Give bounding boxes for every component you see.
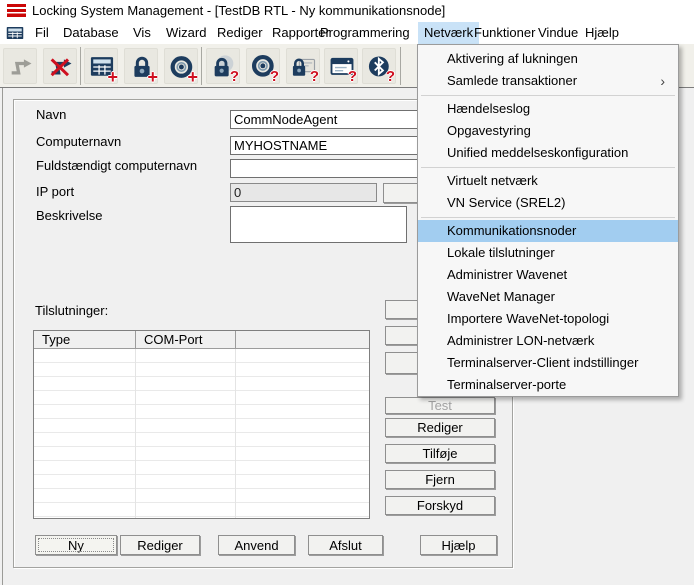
menu-item-unified-meddelseskonfiguration[interactable]: Unified meddelseskonfiguration bbox=[418, 142, 678, 164]
question-overlay: ? bbox=[348, 69, 357, 84]
hjaelp-button[interactable]: Hjælp bbox=[420, 535, 497, 555]
question-overlay: ? bbox=[230, 69, 239, 84]
menu-item-samlede-transaktioner[interactable]: Samlede transaktioner › bbox=[418, 70, 678, 92]
menubar-item-database[interactable]: Database bbox=[57, 22, 125, 44]
mdi-child-system-icon[interactable] bbox=[6, 26, 24, 40]
new-transponder-button[interactable]: + bbox=[164, 48, 198, 84]
read-lock-button[interactable]: ? bbox=[206, 48, 240, 84]
read-lock-card-button[interactable]: ? bbox=[286, 48, 320, 84]
app-window: Locking System Management - [TestDB RTL … bbox=[0, 0, 694, 585]
read-transponder-button[interactable]: ? bbox=[246, 48, 280, 84]
menu-item-label: Opgavestyring bbox=[447, 123, 531, 138]
netvaerk-dropdown-menu: Aktivering af lukningen Samlede transakt… bbox=[417, 44, 679, 397]
menubar-item-vis[interactable]: Vis bbox=[127, 22, 157, 44]
menubar-item-funktioner[interactable]: Funktioner bbox=[468, 22, 541, 44]
connections-table[interactable]: Type COM-Port bbox=[33, 330, 370, 519]
menu-item-importere-wavenet-topologi[interactable]: Importere WaveNet-topologi bbox=[418, 308, 678, 330]
menu-item-label: Lokale tilslutninger bbox=[447, 245, 555, 260]
menu-item-aktivering-af-lukningen[interactable]: Aktivering af lukningen bbox=[418, 48, 678, 70]
computernavn-label: Computernavn bbox=[36, 134, 121, 150]
column-header-blank[interactable] bbox=[236, 331, 369, 348]
menu-item-label: Unified meddelseskonfiguration bbox=[447, 145, 628, 160]
menu-item-terminalserver-client-indstillinger[interactable]: Terminalserver-Client indstillinger bbox=[418, 352, 678, 374]
cancel-programming-button[interactable] bbox=[43, 48, 77, 84]
beskrivelse-label: Beskrivelse bbox=[36, 208, 102, 224]
anvend-button[interactable]: Anvend bbox=[218, 535, 295, 555]
ny-button[interactable]: Ny bbox=[35, 535, 117, 555]
fjern-button[interactable]: Fjern bbox=[385, 470, 495, 489]
question-overlay: ? bbox=[310, 69, 319, 84]
menu-item-lokale-tilslutninger[interactable]: Lokale tilslutninger bbox=[418, 242, 678, 264]
column-header-type[interactable]: Type bbox=[34, 331, 136, 348]
menu-item-label: Terminalserver-Client indstillinger bbox=[447, 355, 638, 370]
rediger-side-button[interactable]: Rediger bbox=[385, 418, 495, 437]
menu-item-label: Kommunikationsnoder bbox=[447, 223, 576, 238]
menu-item-label: WaveNet Manager bbox=[447, 289, 555, 304]
toolbar-separator bbox=[400, 47, 401, 85]
beskrivelse-textarea[interactable] bbox=[230, 206, 407, 243]
question-overlay: ? bbox=[386, 69, 395, 84]
menu-item-haendelseslog[interactable]: Hændelseslog bbox=[418, 98, 678, 120]
afslut-button[interactable]: Afslut bbox=[308, 535, 383, 555]
navn-label: Navn bbox=[36, 107, 66, 123]
menubar-item-fil[interactable]: Fil bbox=[29, 22, 55, 44]
connections-table-body[interactable] bbox=[34, 349, 369, 518]
menu-item-label: Importere WaveNet-topologi bbox=[447, 311, 609, 326]
new-locking-system-button[interactable]: + bbox=[84, 48, 118, 84]
column-divider bbox=[235, 349, 236, 518]
tilfoeje-button[interactable]: Tilføje bbox=[385, 444, 495, 463]
menu-item-vn-service-srel2[interactable]: VN Service (SREL2) bbox=[418, 192, 678, 214]
new-lock-button[interactable]: + bbox=[124, 48, 158, 84]
menubar-item-wizard[interactable]: Wizard bbox=[160, 22, 212, 44]
toolbar-separator bbox=[201, 47, 202, 85]
forskyd-button[interactable]: Forskyd bbox=[385, 496, 495, 515]
plus-overlay: + bbox=[107, 68, 118, 86]
window-title: Locking System Management - [TestDB RTL … bbox=[32, 0, 445, 22]
menubar-item-vindue[interactable]: Vindue bbox=[532, 22, 584, 44]
menu-item-label: Administrer Wavenet bbox=[447, 267, 567, 282]
column-divider bbox=[135, 349, 136, 518]
rediger-bottom-button[interactable]: Rediger bbox=[120, 535, 200, 555]
question-overlay: ? bbox=[270, 69, 279, 84]
frame-edge bbox=[2, 88, 3, 585]
programming-arrow-button[interactable] bbox=[3, 48, 37, 84]
ip-port-input[interactable] bbox=[230, 183, 377, 202]
submenu-arrow-icon: › bbox=[660, 70, 665, 92]
menu-item-opgavestyring[interactable]: Opgavestyring bbox=[418, 120, 678, 142]
tilslutninger-label: Tilslutninger: bbox=[35, 303, 108, 318]
menu-item-virtuelt-netvaerk[interactable]: Virtuelt netværk bbox=[418, 170, 678, 192]
menu-item-label: Administrer LON-netværk bbox=[447, 333, 594, 348]
test-button[interactable]: Test bbox=[385, 397, 495, 414]
menubar: Fil Database Vis Wizard Rediger Rapporte… bbox=[0, 22, 694, 44]
menubar-item-hjaelp[interactable]: Hjælp bbox=[579, 22, 625, 44]
menu-item-label: VN Service (SREL2) bbox=[447, 195, 565, 210]
menubar-item-rediger[interactable]: Rediger bbox=[211, 22, 269, 44]
menu-item-administrer-wavenet[interactable]: Administrer Wavenet bbox=[418, 264, 678, 286]
read-network-node-button[interactable]: ? bbox=[324, 48, 358, 84]
app-logo-icon bbox=[7, 4, 26, 18]
toolbar-separator bbox=[80, 47, 81, 85]
menu-item-label: Samlede transaktioner bbox=[447, 73, 577, 88]
column-header-com-port[interactable]: COM-Port bbox=[136, 331, 236, 348]
menu-item-label: Hændelseslog bbox=[447, 101, 530, 116]
menu-item-kommunikationsnoder[interactable]: Kommunikationsnoder bbox=[418, 220, 678, 242]
menu-item-wavenet-manager[interactable]: WaveNet Manager bbox=[418, 286, 678, 308]
fuldstaendigt-computernavn-label: Fuldstændigt computernavn bbox=[36, 158, 197, 174]
menu-item-label: Aktivering af lukningen bbox=[447, 51, 578, 66]
menu-item-label: Virtuelt netværk bbox=[447, 173, 538, 188]
ip-port-label: IP port bbox=[36, 184, 74, 200]
plus-overlay: + bbox=[187, 68, 198, 86]
plus-overlay: + bbox=[147, 68, 158, 86]
read-bluetooth-button[interactable]: ? bbox=[362, 48, 396, 84]
menu-item-label: Terminalserver-porte bbox=[447, 377, 566, 392]
connections-table-header: Type COM-Port bbox=[34, 331, 369, 349]
menu-item-administrer-lon-netvaerk[interactable]: Administrer LON-netværk bbox=[418, 330, 678, 352]
menubar-item-programmering[interactable]: Programmering bbox=[314, 22, 416, 44]
menu-item-terminalserver-porte[interactable]: Terminalserver-porte bbox=[418, 374, 678, 396]
titlebar: Locking System Management - [TestDB RTL … bbox=[0, 0, 694, 22]
zigzag-arrow-icon bbox=[7, 53, 35, 81]
zigzag-arrow-x-icon bbox=[47, 53, 75, 81]
